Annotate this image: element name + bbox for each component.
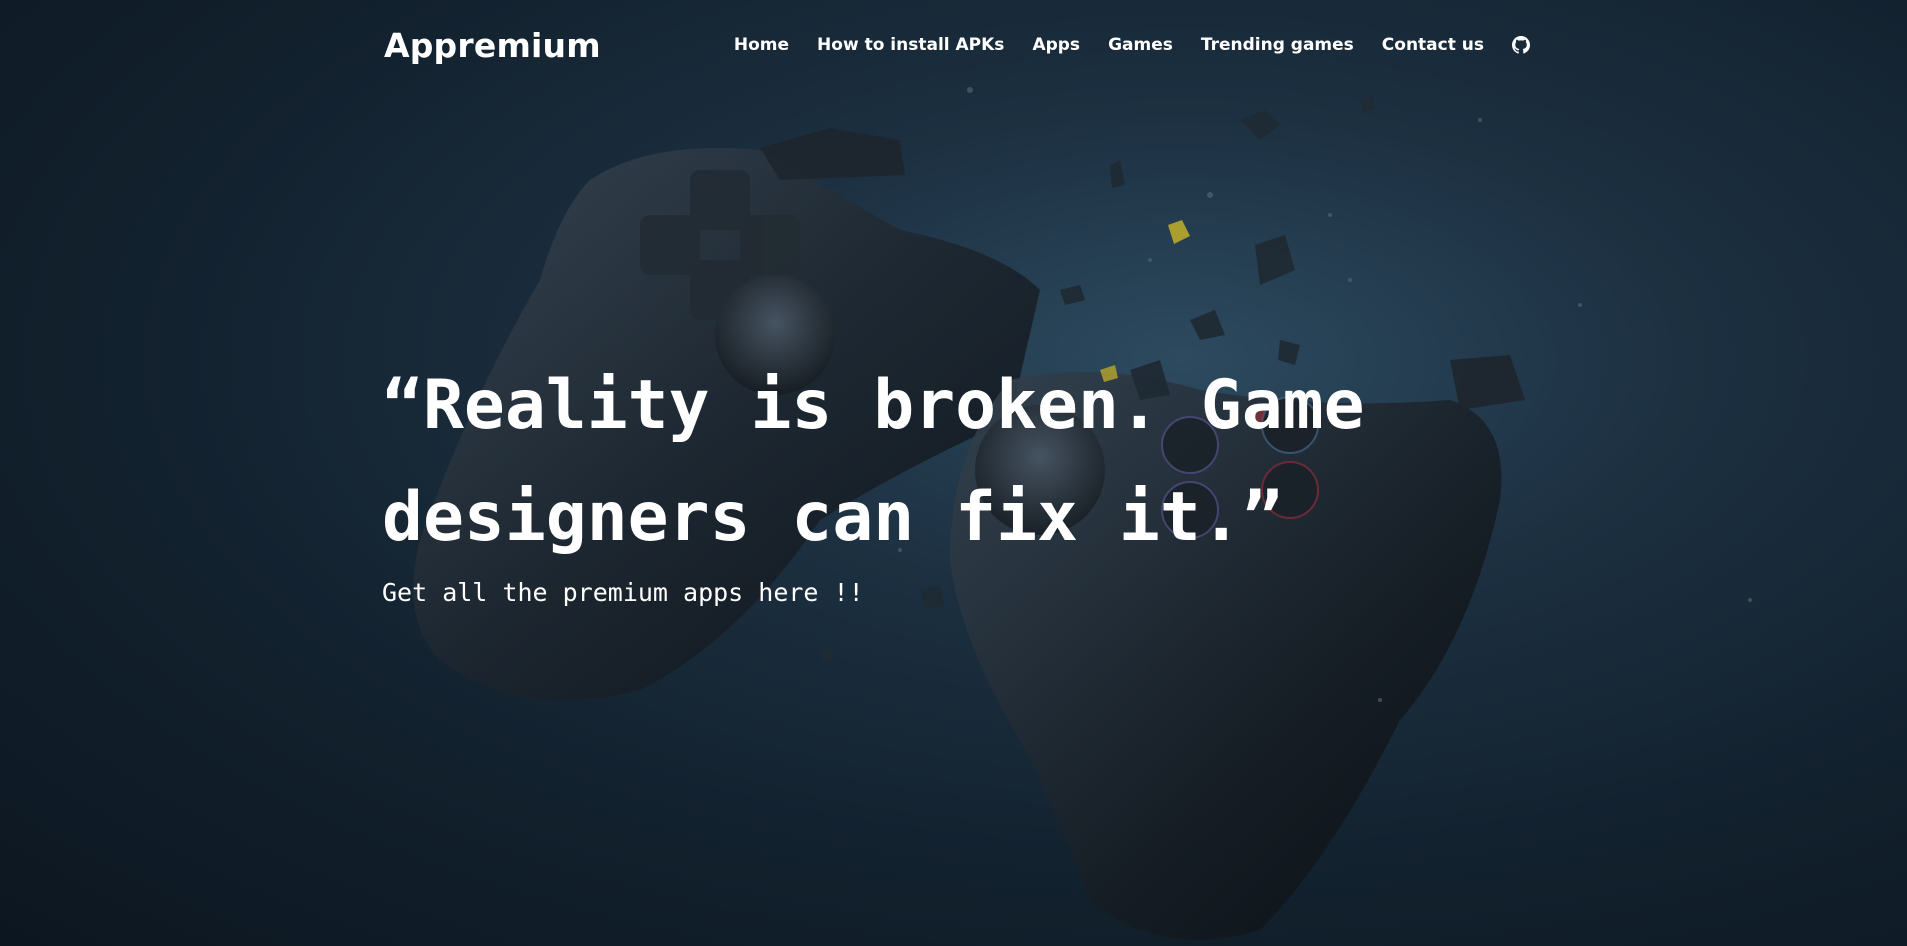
github-icon[interactable] xyxy=(1512,36,1530,54)
nav-item-games[interactable]: Games xyxy=(1108,35,1173,55)
brand-logo[interactable]: Appremium xyxy=(384,26,601,65)
nav-links: Home How to install APKs Apps Games Tren… xyxy=(706,35,1530,55)
nav-item-apps[interactable]: Apps xyxy=(1032,35,1080,55)
nav-item-home[interactable]: Home xyxy=(734,35,789,55)
nav-item-trending-games[interactable]: Trending games xyxy=(1201,35,1354,55)
hero-quote-line-2: designers can fix it.” xyxy=(382,478,1283,557)
hero-section: “Reality is broken. Game designers can f… xyxy=(382,350,1502,607)
hero-quote: “Reality is broken. Game designers can f… xyxy=(382,350,1502,574)
nav-item-contact-us[interactable]: Contact us xyxy=(1382,35,1484,55)
hero-quote-line-1: “Reality is broken. Game xyxy=(382,366,1365,445)
nav-item-how-to-install-apks[interactable]: How to install APKs xyxy=(817,35,1004,55)
top-navbar: Appremium Home How to install APKs Apps … xyxy=(384,22,1530,68)
hero-tagline: Get all the premium apps here !! xyxy=(382,578,864,607)
